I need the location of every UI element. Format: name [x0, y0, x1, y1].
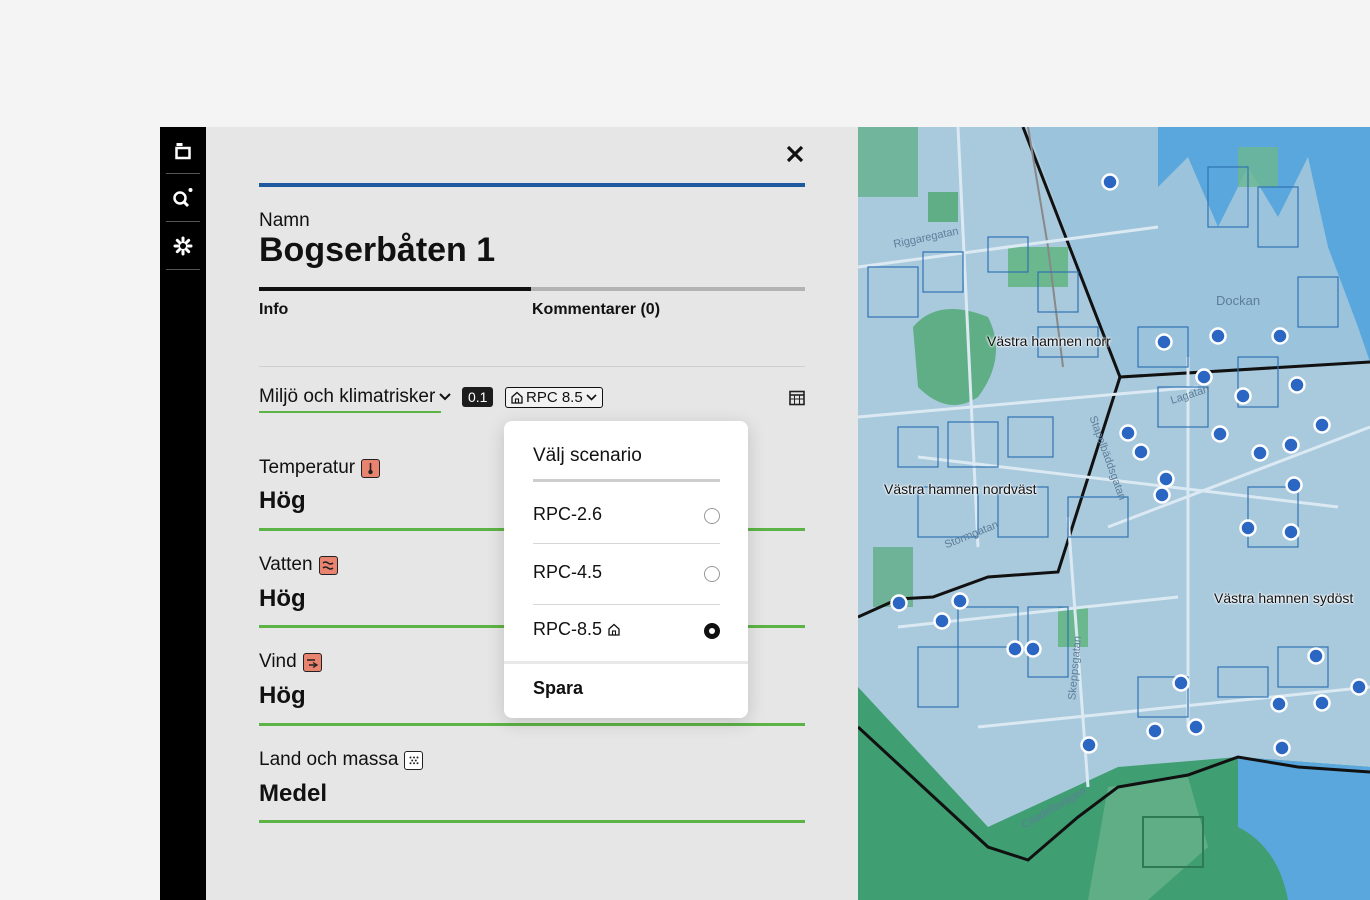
risk-label-temperature: Temperatur: [259, 457, 381, 479]
water-icon: [318, 555, 338, 575]
search-icon: [173, 188, 193, 208]
search-button[interactable]: [166, 178, 200, 218]
settings-button[interactable]: [166, 226, 200, 266]
divider: [259, 366, 805, 367]
home-icon: [608, 623, 620, 636]
area-label: Västra hamnen sydöst: [1214, 590, 1354, 606]
radio-button-selected[interactable]: [704, 623, 720, 639]
popup-rule: [533, 479, 720, 482]
risk-label-water: Vatten: [259, 554, 338, 576]
scenario-label: RPC 8.5: [526, 389, 583, 406]
layers-button[interactable]: [166, 131, 200, 171]
radio-button[interactable]: [704, 566, 720, 582]
popup-footer-rule: [504, 661, 748, 664]
wind-icon: [302, 652, 322, 672]
close-button[interactable]: [784, 143, 806, 165]
risk-value-wind: Hög: [259, 682, 306, 709]
home-icon: [511, 391, 523, 404]
accent-line: [259, 183, 805, 187]
scenario-option-rpc-4-5[interactable]: RPC-4.5: [533, 544, 720, 604]
scenario-dropdown[interactable]: RPC 8.5: [505, 387, 603, 408]
chevron-down-icon: [586, 394, 597, 401]
risk-value-water: Hög: [259, 585, 306, 612]
popup-title: Välj scenario: [533, 445, 642, 466]
risk-label-land: Land och massa: [259, 749, 424, 771]
tab-indicator: [259, 287, 531, 291]
scenario-popup: Välj scenario RPC-2.6 RPC-4.5 RPC-8.5 Sp…: [504, 421, 748, 718]
category-label: Miljö och klimatrisker: [259, 386, 436, 407]
map[interactable]: Riggaregatan Dockan Lagatan Stapelbäddsg…: [858, 127, 1370, 900]
value-badge: 0.1: [462, 387, 494, 407]
scenario-option-rpc-8-5[interactable]: RPC-8.5: [533, 601, 720, 661]
tab-comments[interactable]: Kommentarer (0): [532, 301, 660, 319]
area-label: Västra hamnen norr: [987, 333, 1111, 349]
save-button[interactable]: Spara: [533, 678, 583, 699]
close-icon: [786, 145, 804, 163]
risk-line: [259, 723, 805, 726]
thermometer-icon: [361, 458, 381, 478]
layers-icon: [175, 143, 191, 160]
area-label: Västra hamnen nordväst: [884, 481, 1037, 497]
risk-value-land: Medel: [259, 780, 328, 807]
category-dropdown[interactable]: Miljö och klimatrisker: [259, 386, 452, 408]
tab-info[interactable]: Info: [259, 301, 288, 319]
risk-line: [259, 820, 805, 823]
settings-icon: [173, 236, 193, 256]
scenario-option-rpc-2-6[interactable]: RPC-2.6: [533, 486, 720, 546]
name-label: Namn: [259, 210, 310, 231]
page-title: Bogserbåten 1: [259, 231, 496, 269]
ground-icon: [404, 750, 424, 770]
chevron-down-icon: [439, 393, 452, 401]
table-icon: [789, 390, 805, 406]
table-view-button[interactable]: [789, 390, 805, 411]
risk-label-wind: Vind: [259, 651, 322, 673]
toolbar: [160, 127, 206, 900]
street-label: Dockan: [1216, 293, 1261, 308]
risk-value-temperature: Hög: [259, 487, 306, 514]
map-canvas: [858, 127, 1370, 900]
category-underline: [259, 411, 441, 413]
radio-button[interactable]: [704, 508, 720, 524]
